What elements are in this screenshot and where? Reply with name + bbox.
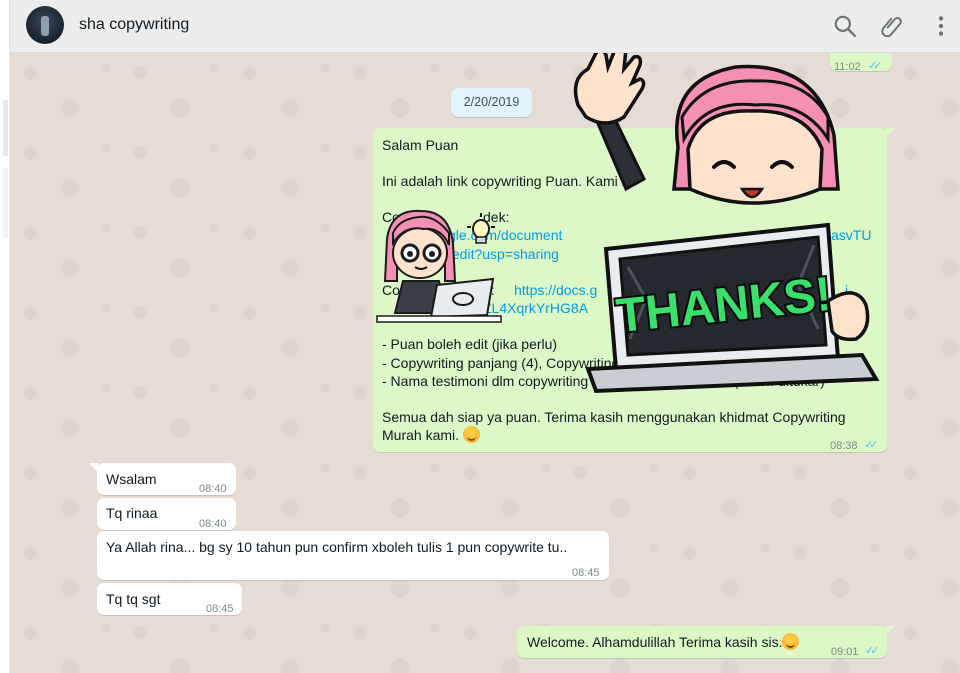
search-icon[interactable] bbox=[832, 13, 858, 39]
message-text: Welcome. Alhamdulillah Terima kasih sis. bbox=[527, 634, 783, 650]
message-text: Murah kami. bbox=[382, 427, 460, 443]
message-time: 09:01 bbox=[831, 646, 859, 658]
message-text: Tq tq sgt bbox=[106, 591, 161, 607]
contact-name[interactable]: sha copywriting bbox=[79, 16, 189, 34]
thanks-sticker[interactable]: THANKS! bbox=[566, 53, 884, 395]
smiling-face-emoji bbox=[462, 426, 480, 443]
message-bubble-incoming[interactable]: Tq tq sgt 08:45 bbox=[97, 583, 242, 615]
read-ticks-icon: ✓✓ bbox=[865, 645, 880, 657]
bubble-tail bbox=[886, 626, 895, 635]
chat-header: sha copywriting bbox=[10, 0, 960, 53]
avatar-figure bbox=[41, 16, 49, 36]
smiling-face-emoji bbox=[782, 633, 800, 650]
message-text: Wsalam bbox=[106, 471, 157, 487]
avatar[interactable] bbox=[26, 6, 64, 44]
bubble-tail bbox=[886, 128, 895, 137]
message-bubble-incoming[interactable]: Tq rinaa 08:40 bbox=[97, 498, 236, 530]
message-text: Ya Allah rina... bg sy 10 tahun pun conf… bbox=[106, 539, 568, 555]
sidebar-edge bbox=[0, 0, 10, 673]
message-line: Salam Puan bbox=[382, 137, 459, 153]
girl-laptop-sticker[interactable] bbox=[375, 203, 505, 325]
message-list[interactable]: 11:02 ✓✓ 2/20/2019 Salam Puan Ini adalah… bbox=[10, 53, 960, 673]
message-time: 08:45 bbox=[206, 603, 234, 615]
message-bubble-incoming[interactable]: Wsalam 08:40 bbox=[89, 463, 236, 495]
message-time: 08:40 bbox=[199, 483, 227, 495]
bubble-tail bbox=[89, 463, 98, 472]
kebab-menu-icon[interactable] bbox=[928, 13, 954, 39]
sidebar-edge-item bbox=[3, 100, 8, 156]
paperclip-icon[interactable] bbox=[880, 13, 906, 39]
message-line: - Puan boleh edit (jika perlu) bbox=[382, 336, 558, 352]
message-line: Semua dah siap ya puan. Terima kasih men… bbox=[382, 409, 846, 425]
date-divider: 2/20/2019 bbox=[451, 88, 532, 117]
read-ticks-icon: ✓✓ bbox=[864, 439, 879, 451]
message-line-last: Welcome. Alhamdulillah Terima kasih sis. bbox=[527, 633, 800, 652]
message-line-last: Murah kami. bbox=[382, 426, 480, 445]
message-text: Tq rinaa bbox=[106, 505, 158, 521]
message-bubble-outgoing[interactable]: Welcome. Alhamdulillah Terima kasih sis.… bbox=[517, 626, 895, 658]
message-bubble-incoming[interactable]: Ya Allah rina... bg sy 10 tahun pun conf… bbox=[97, 531, 609, 580]
sidebar-edge-item bbox=[3, 168, 8, 238]
message-time: 08:45 bbox=[572, 567, 600, 579]
message-time: 08:38 bbox=[830, 440, 858, 452]
